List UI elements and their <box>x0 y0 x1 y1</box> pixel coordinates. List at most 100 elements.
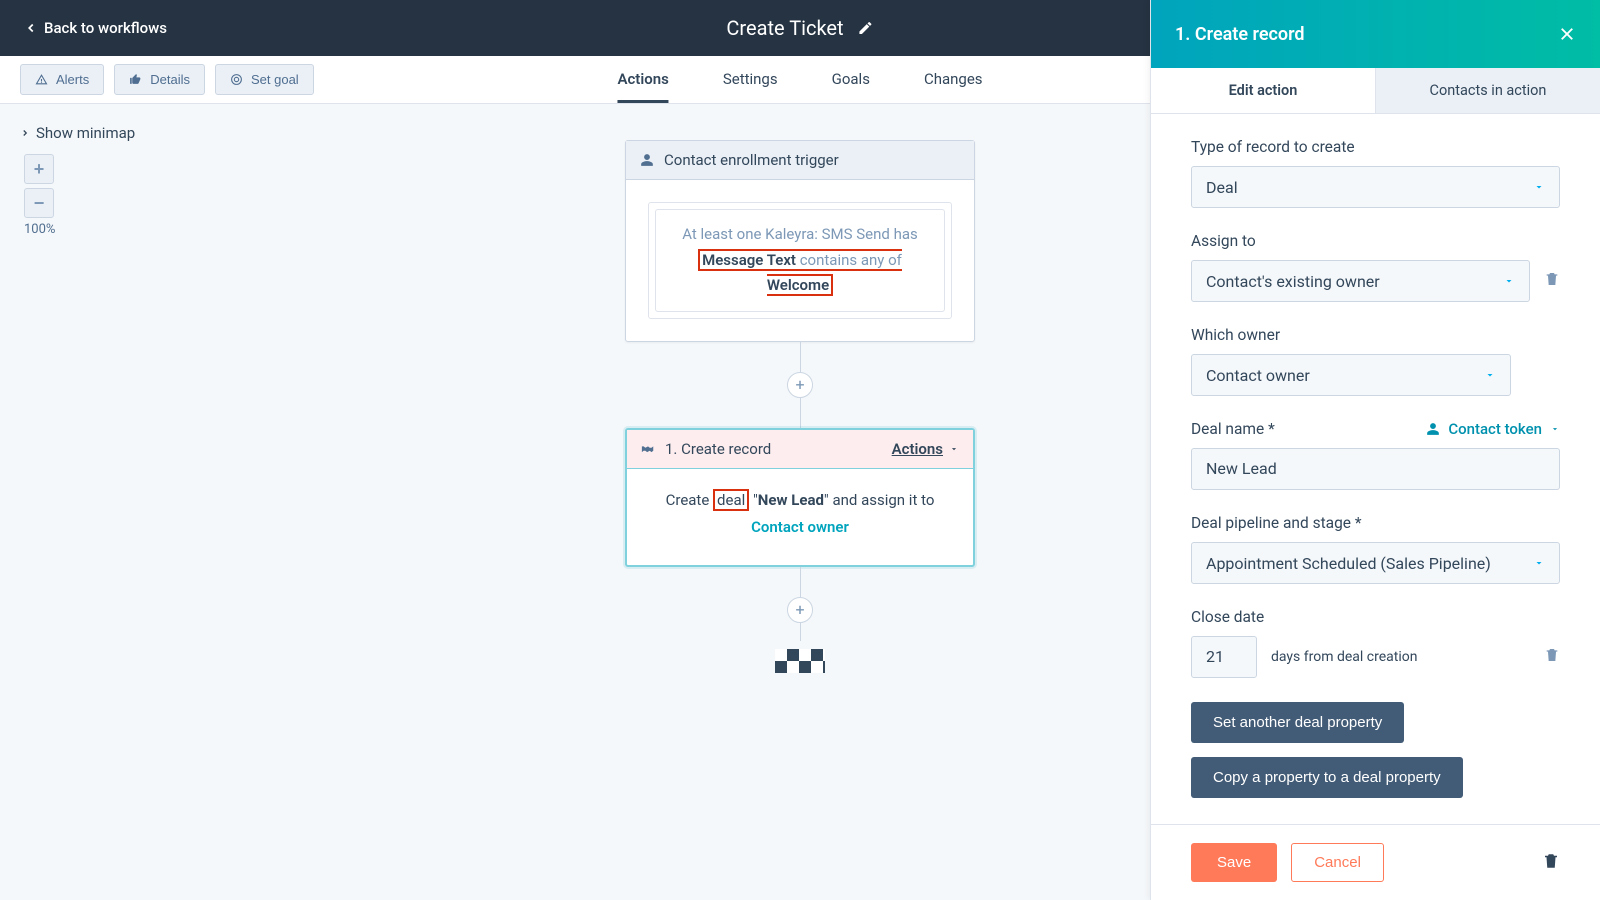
zoom-controls: + − 100% <box>24 154 54 237</box>
trigger-body: At least one Kaleyra: SMS Send has Messa… <box>626 180 974 341</box>
tab-edit-action[interactable]: Edit action <box>1151 68 1376 113</box>
step-body: Create deal "New Lead" and assign it to … <box>627 469 973 565</box>
assign-to-value: Contact's existing owner <box>1206 272 1380 291</box>
cancel-button[interactable]: Cancel <box>1291 843 1384 882</box>
record-type-select[interactable]: Deal <box>1191 166 1560 208</box>
copy-property-button[interactable]: Copy a property to a deal property <box>1191 757 1463 798</box>
thumbs-up-icon <box>129 73 142 86</box>
alerts-label: Alerts <box>56 72 89 87</box>
trigger-prefix: At least one Kaleyra: SMS Send has <box>682 225 918 243</box>
add-step-button[interactable]: + <box>787 372 813 398</box>
zoom-in-button[interactable]: + <box>24 154 54 184</box>
edit-icon[interactable] <box>858 20 874 36</box>
which-owner-select[interactable]: Contact owner <box>1191 354 1511 396</box>
caret-down-icon <box>1533 557 1545 569</box>
close-days-input[interactable]: 21 <box>1191 636 1257 678</box>
chevron-left-icon <box>24 21 38 35</box>
pipeline-value: Appointment Scheduled (Sales Pipeline) <box>1206 554 1491 573</box>
handshake-icon <box>641 442 655 456</box>
which-owner-label: Which owner <box>1191 326 1560 344</box>
step-actions-menu[interactable]: Actions <box>892 440 959 458</box>
deal-name-input[interactable]: New Lead <box>1191 448 1560 490</box>
deal-name-value: New Lead <box>1206 459 1277 478</box>
step-1-card[interactable]: 1. Create record Actions Create deal "Ne… <box>625 428 975 567</box>
field-pipeline: Deal pipeline and stage * Appointment Sc… <box>1191 514 1560 584</box>
step-desc-prefix: Create <box>666 491 710 509</box>
side-panel: 1. Create record Edit action Contacts in… <box>1150 0 1600 900</box>
trigger-title: Contact enrollment trigger <box>664 151 839 169</box>
tab-changes[interactable]: Changes <box>924 56 983 103</box>
main-tabs: Actions Settings Goals Changes <box>617 56 982 103</box>
step-desc-owner: Contact owner <box>751 518 849 536</box>
set-goal-label: Set goal <box>251 72 299 87</box>
connector-line <box>800 398 801 428</box>
alert-icon <box>35 73 48 86</box>
pipeline-label: Deal pipeline and stage * <box>1191 514 1560 532</box>
step-deal-name: New Lead <box>758 491 824 509</box>
step-desc-deal: deal <box>713 489 749 511</box>
tab-settings[interactable]: Settings <box>723 56 778 103</box>
panel-title: 1. Create record <box>1175 24 1305 45</box>
alerts-button[interactable]: Alerts <box>20 64 104 95</box>
page-title: Create Ticket <box>726 16 843 40</box>
close-days-value: 21 <box>1206 647 1224 666</box>
details-button[interactable]: Details <box>114 64 205 95</box>
set-another-property-button[interactable]: Set another deal property <box>1191 702 1404 743</box>
add-step-button[interactable]: + <box>787 597 813 623</box>
close-days-suffix: days from deal creation <box>1271 649 1530 665</box>
panel-body: Type of record to create Deal Assign to … <box>1151 114 1600 824</box>
step-desc-assign: and assign it to <box>832 491 934 509</box>
contact-token-label: Contact token <box>1448 420 1542 438</box>
workflow-flow: Contact enrollment trigger At least one … <box>625 140 975 673</box>
field-which-owner: Which owner Contact owner <box>1191 326 1560 396</box>
show-minimap-label: Show minimap <box>36 124 135 142</box>
pipeline-select[interactable]: Appointment Scheduled (Sales Pipeline) <box>1191 542 1560 584</box>
zoom-level: 100% <box>24 222 54 237</box>
zoom-out-button[interactable]: − <box>24 188 54 218</box>
record-type-value: Deal <box>1206 178 1238 197</box>
details-label: Details <box>150 72 190 87</box>
panel-header: 1. Create record <box>1151 0 1600 68</box>
caret-down-icon <box>1503 275 1515 287</box>
clear-close-date-button[interactable] <box>1544 646 1560 668</box>
tab-goals[interactable]: Goals <box>832 56 870 103</box>
assign-to-select[interactable]: Contact's existing owner <box>1191 260 1530 302</box>
close-icon[interactable] <box>1558 25 1576 43</box>
connector-line <box>800 623 801 641</box>
caret-down-icon <box>1533 181 1545 193</box>
quote-open: " <box>749 491 758 509</box>
trash-icon <box>1544 270 1560 288</box>
trigger-operator: contains any of <box>800 251 902 269</box>
show-minimap-button[interactable]: Show minimap <box>20 124 135 142</box>
person-icon <box>640 153 654 167</box>
chevron-right-icon <box>20 128 30 138</box>
close-date-label: Close date <box>1191 608 1560 626</box>
back-to-workflows-link[interactable]: Back to workflows <box>24 19 167 37</box>
set-goal-button[interactable]: Set goal <box>215 64 314 95</box>
trash-icon <box>1542 851 1560 871</box>
record-type-label: Type of record to create <box>1191 138 1560 156</box>
which-owner-value: Contact owner <box>1206 366 1310 385</box>
delete-action-button[interactable] <box>1542 851 1560 875</box>
trigger-card[interactable]: Contact enrollment trigger At least one … <box>625 140 975 342</box>
person-icon <box>1426 422 1440 436</box>
field-assign-to: Assign to Contact's existing owner <box>1191 232 1560 302</box>
tab-actions[interactable]: Actions <box>617 56 668 103</box>
save-button[interactable]: Save <box>1191 843 1277 882</box>
connector-line <box>800 567 801 597</box>
connector-line <box>800 342 801 372</box>
caret-down-icon <box>1550 424 1560 434</box>
page-title-wrap: Create Ticket <box>726 16 873 40</box>
panel-tabs: Edit action Contacts in action <box>1151 68 1600 114</box>
trigger-property: Message Text <box>702 251 796 269</box>
clear-assign-button[interactable] <box>1544 270 1560 292</box>
trigger-header: Contact enrollment trigger <box>626 141 974 180</box>
deal-name-label: Deal name * <box>1191 420 1275 438</box>
caret-down-icon <box>1484 369 1496 381</box>
step-actions-label: Actions <box>892 440 943 458</box>
panel-footer: Save Cancel <box>1151 824 1600 900</box>
contact-token-link[interactable]: Contact token <box>1426 420 1560 438</box>
trash-icon <box>1544 646 1560 664</box>
trigger-condition: At least one Kaleyra: SMS Send has Messa… <box>655 209 945 312</box>
tab-contacts-in-action[interactable]: Contacts in action <box>1376 68 1600 113</box>
